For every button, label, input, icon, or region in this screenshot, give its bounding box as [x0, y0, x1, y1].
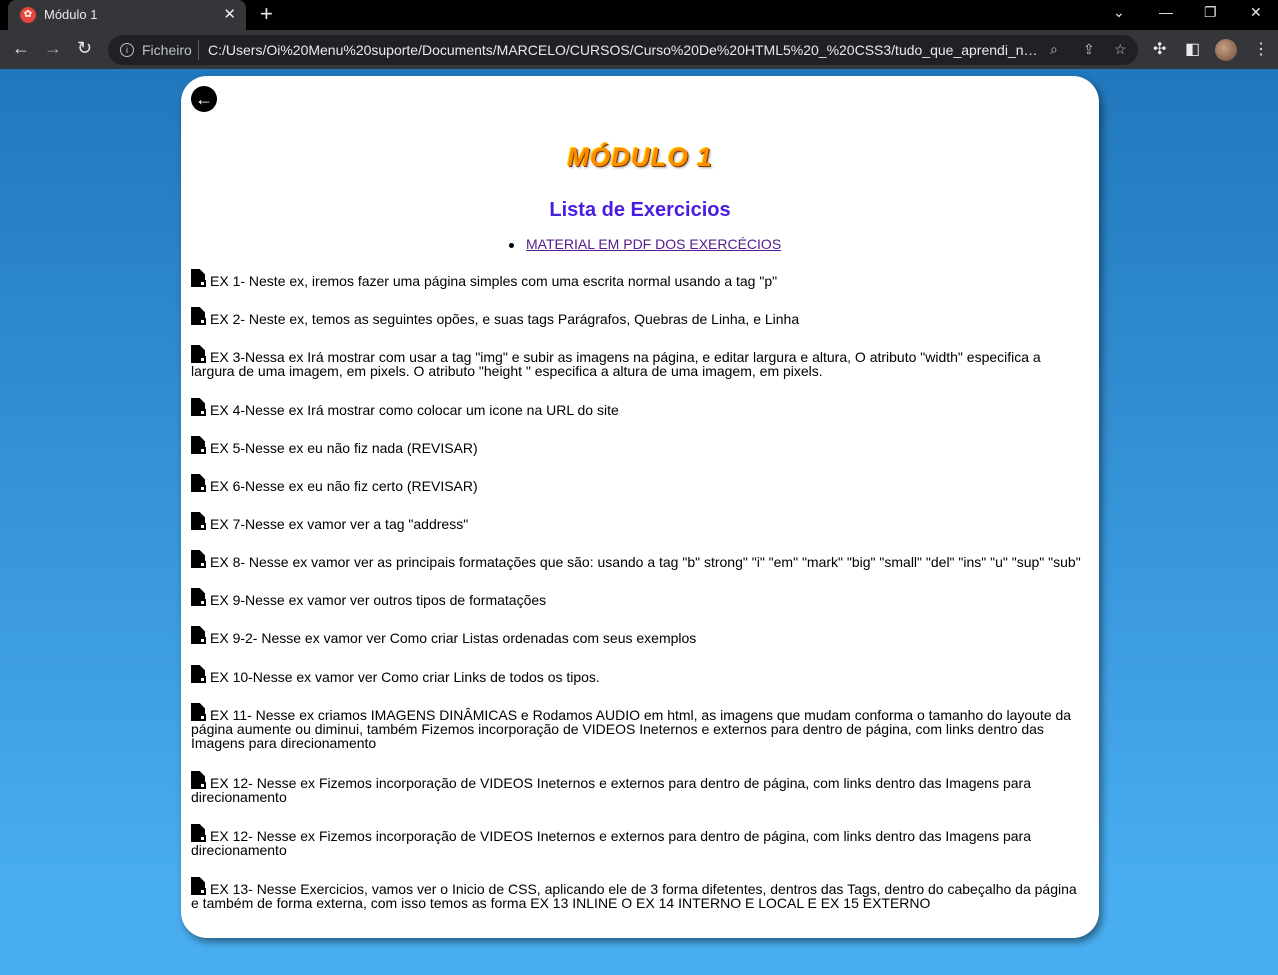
tab-search-icon[interactable]: ⌄: [1113, 4, 1125, 21]
exercise-item[interactable]: EX 4-Nesse ex Irá mostrar como colocar u…: [191, 398, 1087, 417]
close-window-icon[interactable]: ✕: [1250, 4, 1262, 21]
exercise-item[interactable]: EX 3-Nessa ex Irá mostrar com usar a tag…: [191, 345, 1087, 378]
reload-icon[interactable]: ↻: [77, 38, 92, 59]
exercise-item[interactable]: EX 12- Nesse ex Fizemos incorporação de …: [191, 771, 1087, 804]
document-icon: [191, 824, 206, 842]
exercise-text: EX 9-2- Nesse ex vamor ver Como criar Li…: [210, 630, 697, 646]
browser-tab[interactable]: ✿ Módulo 1 ✕: [8, 0, 246, 30]
browser-toolbar: ← → ↻ i Ficheiro C:/Users/Oi%20Menu%20su…: [0, 30, 1278, 69]
exercise-item[interactable]: EX 1- Neste ex, iremos fazer uma página …: [191, 269, 1087, 288]
info-icon[interactable]: i: [120, 43, 134, 57]
side-panel-icon[interactable]: ◧: [1185, 39, 1200, 59]
back-nav-icon[interactable]: ←: [12, 38, 30, 59]
exercise-item[interactable]: EX 10-Nesse ex vamor ver Como criar Link…: [191, 665, 1087, 684]
document-icon: [191, 626, 206, 644]
exercise-item[interactable]: EX 6-Nesse ex eu não fiz certo (REVISAR): [191, 474, 1087, 493]
extensions-icon[interactable]: ✣: [1153, 39, 1166, 59]
exercise-text: EX 12- Nesse ex Fizemos incorporação de …: [191, 775, 1031, 805]
exercise-text: EX 13- Nesse Exercicios, vamos ver o Ini…: [191, 881, 1077, 911]
exercise-text: EX 8- Nesse ex vamor ver as principais f…: [210, 554, 1081, 570]
address-bar[interactable]: i Ficheiro C:/Users/Oi%20Menu%20suporte/…: [108, 35, 1138, 65]
document-icon: [191, 703, 206, 721]
profile-avatar[interactable]: [1215, 39, 1237, 61]
pdf-link[interactable]: MATERIAL EM PDF DOS EXERCÉCIOS: [526, 236, 781, 252]
omnibox-divider: [198, 40, 199, 60]
document-icon: [191, 436, 206, 454]
exercise-text: EX 2- Neste ex, temos as seguintes opões…: [210, 311, 800, 327]
bookmark-star-icon[interactable]: ☆: [1114, 41, 1127, 58]
zoom-icon[interactable]: ⌕: [1050, 41, 1058, 58]
exercise-item[interactable]: EX 9-2- Nesse ex vamor ver Como criar Li…: [191, 626, 1087, 645]
close-tab-icon[interactable]: ✕: [223, 5, 236, 23]
exercise-item[interactable]: EX 5-Nesse ex eu não fiz nada (REVISAR): [191, 436, 1087, 455]
new-tab-button[interactable]: +: [260, 3, 273, 25]
content-card: ← MÓDULO 1 Lista de Exercicios MATERIAL …: [181, 76, 1099, 938]
document-icon: [191, 512, 206, 530]
url-scheme-label: Ficheiro: [142, 42, 192, 58]
arrow-left-icon[interactable]: ←: [191, 86, 217, 112]
bullet: [509, 242, 514, 248]
list-title: Lista de Exercicios: [549, 199, 731, 221]
module-title: MÓDULO 1: [567, 142, 713, 172]
document-icon: [191, 269, 206, 287]
document-icon: [191, 588, 206, 606]
exercise-item[interactable]: EX 8- Nesse ex vamor ver as principais f…: [191, 550, 1087, 569]
document-icon: [191, 771, 206, 789]
pdf-list-item: MATERIAL EM PDF DOS EXERCÉCIOS: [509, 236, 781, 252]
minimize-icon[interactable]: —: [1159, 4, 1173, 20]
exercise-text: EX 5-Nesse ex eu não fiz nada (REVISAR): [210, 440, 478, 456]
exercise-text: EX 10-Nesse ex vamor ver Como criar Link…: [210, 669, 600, 685]
exercise-text: EX 3-Nessa ex Irá mostrar com usar a tag…: [191, 349, 1041, 379]
exercise-text: EX 7-Nesse ex vamor ver a tag "address": [210, 516, 469, 532]
document-icon: [191, 345, 206, 363]
exercise-item[interactable]: EX 12- Nesse ex Fizemos incorporação de …: [191, 824, 1087, 857]
exercise-item[interactable]: EX 9-Nesse ex vamor ver outros tipos de …: [191, 588, 1087, 607]
document-icon: [191, 474, 206, 492]
favicon-icon: ✿: [20, 7, 36, 23]
restore-icon[interactable]: ❐: [1204, 4, 1217, 21]
tab-title: Módulo 1: [44, 7, 98, 22]
exercise-item[interactable]: EX 11- Nesse ex criamos IMAGENS DINÂMICA…: [191, 703, 1087, 750]
document-icon: [191, 307, 206, 325]
exercise-text: EX 1- Neste ex, iremos fazer uma página …: [210, 273, 778, 289]
exercise-item[interactable]: EX 13- Nesse Exercicios, vamos ver o Ini…: [191, 877, 1087, 910]
exercise-item[interactable]: EX 2- Neste ex, temos as seguintes opões…: [191, 307, 1087, 326]
url-text[interactable]: C:/Users/Oi%20Menu%20suporte/Documents/M…: [208, 42, 1038, 58]
document-icon: [191, 877, 206, 895]
document-icon: [191, 398, 206, 416]
menu-kebab-icon[interactable]: ⋮: [1253, 39, 1269, 59]
exercise-text: EX 4-Nesse ex Irá mostrar como colocar u…: [210, 402, 619, 418]
exercise-item[interactable]: EX 7-Nesse ex vamor ver a tag "address": [191, 512, 1087, 531]
exercise-text: EX 6-Nesse ex eu não fiz certo (REVISAR): [210, 478, 478, 494]
document-icon: [191, 550, 206, 568]
document-icon: [191, 665, 206, 683]
exercise-text: EX 9-Nesse ex vamor ver outros tipos de …: [210, 592, 547, 608]
tab-strip: ✿ Módulo 1 ✕ + ⌄ — ❐ ✕: [0, 0, 1278, 30]
exercise-text: EX 12- Nesse ex Fizemos incorporação de …: [191, 828, 1031, 858]
forward-nav-icon[interactable]: →: [44, 38, 62, 59]
exercise-text: EX 11- Nesse ex criamos IMAGENS DINÂMICA…: [191, 707, 1072, 751]
share-icon[interactable]: ⇪: [1083, 41, 1095, 58]
